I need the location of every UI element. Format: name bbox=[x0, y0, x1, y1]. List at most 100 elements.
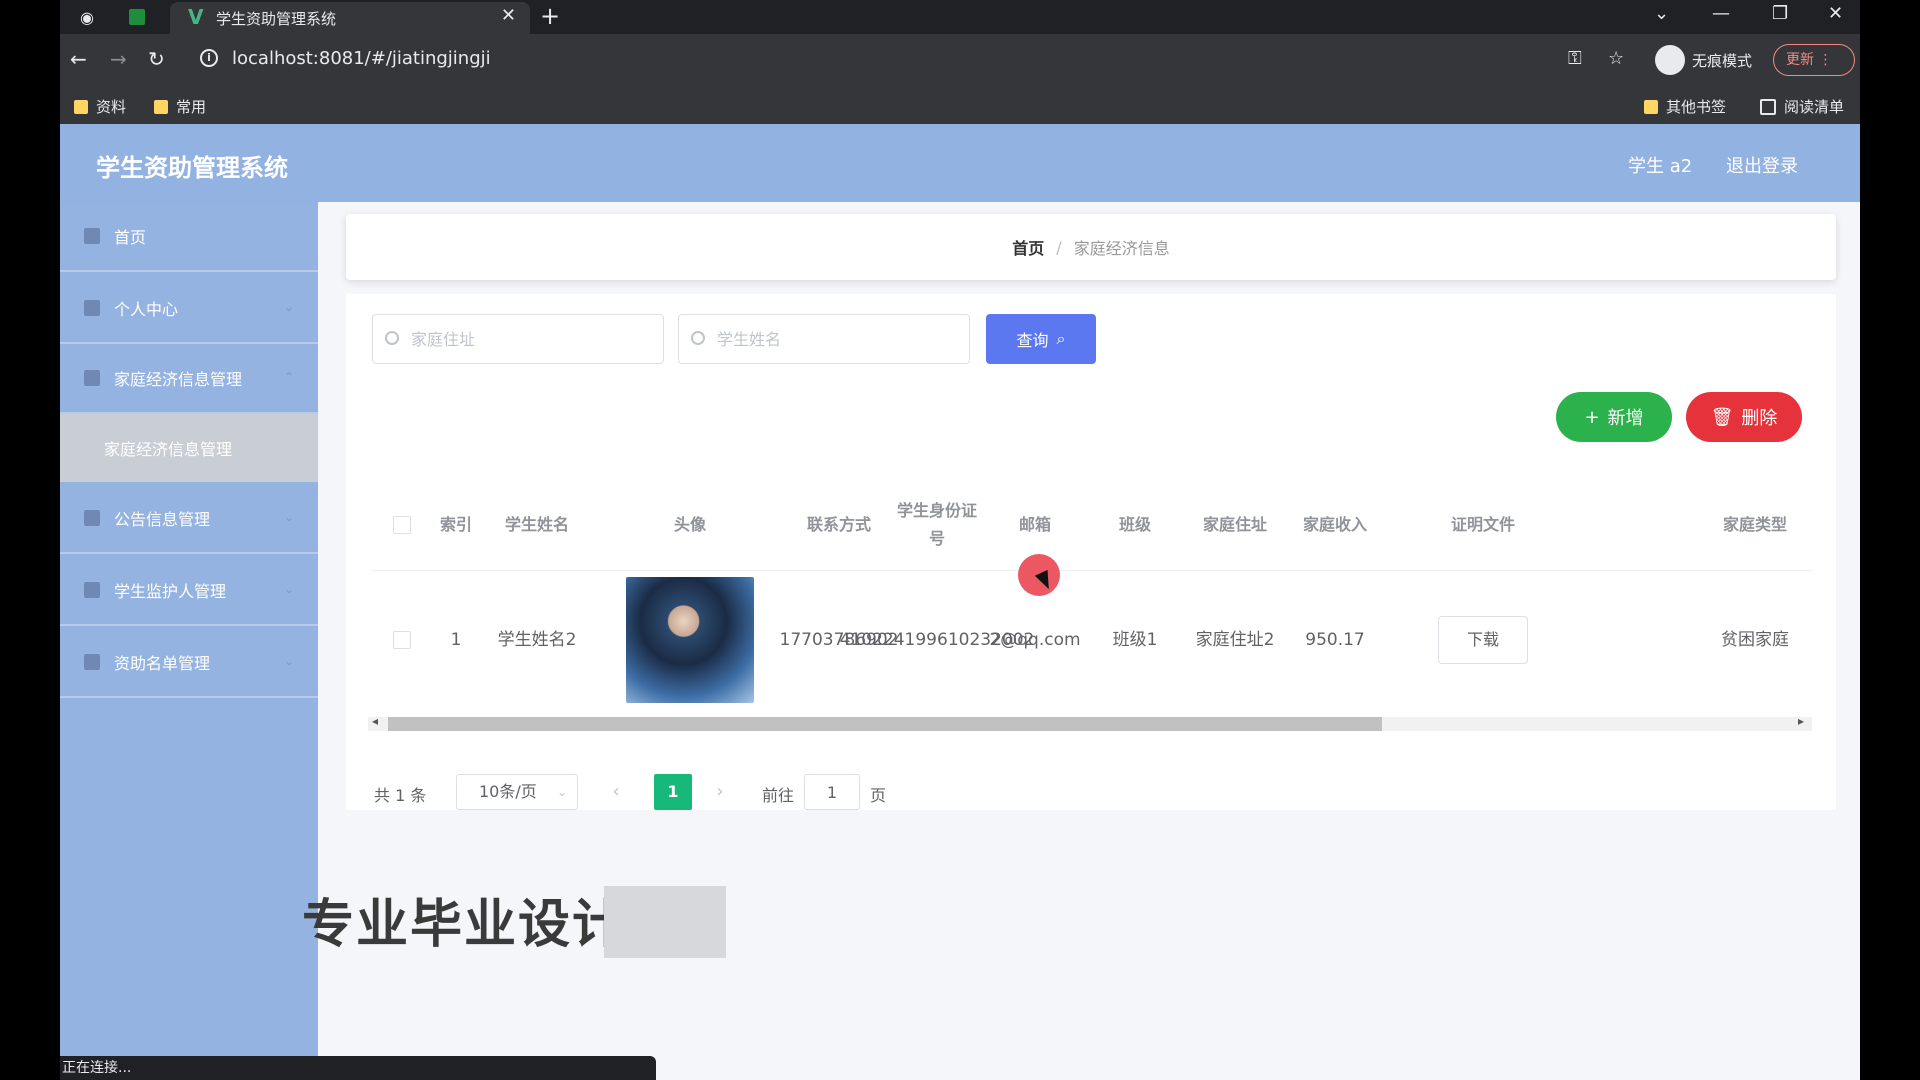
breadcrumb-current: 家庭经济信息 bbox=[1073, 239, 1170, 258]
star-icon[interactable]: ☆ bbox=[1608, 48, 1624, 69]
add-button[interactable]: + 新增 bbox=[1556, 392, 1672, 442]
monitor-icon bbox=[84, 370, 100, 386]
cell-class: 班级1 bbox=[1112, 630, 1158, 650]
close-icon[interactable]: ✕ bbox=[501, 5, 516, 26]
home-icon bbox=[84, 228, 100, 244]
app-title: 学生资助管理系统 bbox=[96, 154, 288, 182]
tab-title: 学生资助管理系统 bbox=[216, 10, 337, 28]
chevron-down-icon: ⌄ bbox=[283, 654, 294, 668]
header-phone[interactable]: 联系方式 bbox=[792, 480, 886, 570]
page-number-current[interactable]: 1 bbox=[654, 774, 692, 810]
bookmark-folder[interactable]: 常用 bbox=[154, 96, 206, 117]
reading-list[interactable]: 阅读清单 bbox=[1760, 96, 1844, 117]
other-bookmarks[interactable]: 其他书签 bbox=[1644, 96, 1726, 117]
header-index[interactable]: 索引 bbox=[426, 480, 486, 570]
tab-active[interactable]: V 学生资助管理系统 ✕ bbox=[170, 2, 530, 34]
row-checkbox[interactable] bbox=[393, 631, 411, 649]
sidebar-item-guardians[interactable]: 学生监护人管理 ⌄ bbox=[60, 556, 318, 626]
scrollbar-thumb[interactable] bbox=[388, 717, 1382, 731]
query-button[interactable]: 查询 ⌕ bbox=[986, 314, 1096, 364]
incognito-icon[interactable] bbox=[1655, 45, 1685, 75]
avatar[interactable] bbox=[626, 577, 754, 703]
name-search-input[interactable] bbox=[717, 325, 957, 353]
user-icon bbox=[84, 300, 100, 316]
folder-icon bbox=[74, 99, 88, 114]
tab-search-icon[interactable]: ⌄ bbox=[1654, 3, 1669, 24]
breadcrumb-separator: / bbox=[1056, 237, 1062, 257]
scroll-right-icon[interactable]: ▸ bbox=[1798, 714, 1804, 728]
update-button[interactable]: 更新 ⋮ bbox=[1773, 44, 1855, 76]
header-income[interactable]: 家庭收入 bbox=[1288, 480, 1382, 570]
forward-icon[interactable]: → bbox=[110, 47, 127, 71]
vue-logo-icon: V bbox=[188, 5, 204, 29]
folder-icon bbox=[154, 99, 168, 114]
cell-address: 家庭住址2 bbox=[1195, 630, 1275, 650]
name-search-field[interactable] bbox=[678, 314, 970, 364]
incognito-label: 无痕模式 bbox=[1692, 52, 1753, 70]
next-page-icon[interactable]: › bbox=[702, 774, 738, 810]
sheet-tab-icon[interactable] bbox=[126, 6, 148, 28]
new-tab-icon[interactable]: + bbox=[540, 2, 560, 30]
sidebar-item-profile[interactable]: 个人中心 ⌄ bbox=[60, 274, 318, 344]
page-size-select[interactable]: 10条/页 ⌄ bbox=[456, 774, 578, 810]
sidebar-item-aid-list[interactable]: 资助名单管理 ⌄ bbox=[60, 628, 318, 698]
minimize-icon[interactable]: — bbox=[1712, 3, 1730, 24]
address-bar[interactable]: i localhost:8081/#/jiatingjingji bbox=[190, 42, 1630, 78]
blurred-region bbox=[604, 886, 726, 958]
chevron-up-icon: ⌃ bbox=[283, 370, 294, 384]
prev-page-icon[interactable]: ‹ bbox=[598, 774, 634, 810]
address-search-field[interactable] bbox=[372, 314, 664, 364]
reload-icon[interactable]: ↻ bbox=[148, 47, 165, 71]
search-icon bbox=[385, 331, 399, 345]
sidebar-item-home[interactable]: 首页 bbox=[60, 202, 318, 272]
logout-button[interactable]: 退出登录 bbox=[1726, 152, 1798, 178]
delete-button[interactable]: 🗑 删除 bbox=[1686, 392, 1802, 442]
content-panel: 查询 ⌕ + 新增 🗑 删除 索引 学生姓名 头像 联系方式 学生身份证号 邮箱 bbox=[346, 294, 1836, 810]
browser-toolbar: ← → ↻ i localhost:8081/#/jiatingjingji ⚿… bbox=[60, 34, 1860, 86]
scroll-left-icon[interactable]: ◂ bbox=[372, 714, 378, 728]
goto-page-input[interactable] bbox=[804, 774, 860, 810]
page-unit-label: 页 bbox=[870, 786, 887, 805]
cell-name: 学生姓名2 bbox=[497, 630, 577, 650]
document-icon bbox=[84, 510, 100, 526]
header-name[interactable]: 学生姓名 bbox=[490, 480, 584, 570]
breadcrumb-home[interactable]: 首页 bbox=[1012, 235, 1044, 259]
download-button[interactable]: 下载 bbox=[1438, 616, 1528, 664]
cell-family-type: 贫困家庭 bbox=[1721, 630, 1789, 650]
bookmarks-bar: 资料 常用 其他书签 阅读清单 bbox=[60, 86, 1860, 124]
row-select-cell bbox=[372, 570, 432, 710]
chevron-down-icon: ⌄ bbox=[283, 510, 294, 524]
address-search-input[interactable] bbox=[411, 325, 651, 353]
bookmark-folder[interactable]: 资料 bbox=[74, 96, 126, 117]
plus-icon: + bbox=[1584, 406, 1600, 428]
back-icon[interactable]: ← bbox=[70, 47, 87, 71]
globe-icon[interactable]: ◉ bbox=[76, 6, 98, 28]
submenu-item-family-economy[interactable]: 家庭经济信息管理 bbox=[60, 414, 318, 482]
sidebar-item-family-economy[interactable]: 家庭经济信息管理 ⌃ bbox=[60, 344, 318, 414]
cell-proof: 下载 bbox=[1388, 570, 1578, 710]
restore-icon[interactable]: ❐ bbox=[1772, 3, 1788, 24]
reading-list-icon bbox=[1760, 98, 1776, 115]
select-all-checkbox[interactable] bbox=[393, 516, 411, 534]
header-family-type[interactable]: 家庭类型 bbox=[1698, 480, 1812, 570]
horizontal-scrollbar[interactable]: ◂ ▸ bbox=[368, 714, 1812, 731]
header-id-card[interactable]: 学生身份证号 bbox=[892, 480, 982, 570]
flag-icon bbox=[84, 654, 100, 670]
info-icon[interactable]: i bbox=[200, 49, 218, 67]
user-label: 学生 a2 bbox=[1628, 156, 1693, 177]
key-icon[interactable]: ⚿ bbox=[1568, 48, 1582, 69]
url-text: localhost:8081/#/jiatingjingji bbox=[232, 48, 491, 69]
tab-strip: ◉ V 学生资助管理系统 ✕ + ⌄ — ❐ ✕ bbox=[60, 0, 1860, 34]
header-class[interactable]: 班级 bbox=[1088, 480, 1182, 570]
sidebar-item-announcements[interactable]: 公告信息管理 ⌄ bbox=[60, 484, 318, 554]
folder-icon bbox=[1644, 99, 1658, 114]
cell-index: 1 bbox=[450, 630, 462, 650]
header-proof[interactable]: 证明文件 bbox=[1388, 480, 1578, 570]
search-icon bbox=[691, 331, 705, 345]
breadcrumb: 首页 / 家庭经济信息 bbox=[346, 214, 1836, 280]
chevron-down-icon: ⌄ bbox=[283, 300, 294, 314]
search-icon: ⌕ bbox=[1056, 329, 1066, 348]
window-close-icon[interactable]: ✕ bbox=[1828, 3, 1843, 24]
header-address[interactable]: 家庭住址 bbox=[1188, 480, 1282, 570]
header-avatar[interactable]: 头像 bbox=[590, 480, 790, 570]
